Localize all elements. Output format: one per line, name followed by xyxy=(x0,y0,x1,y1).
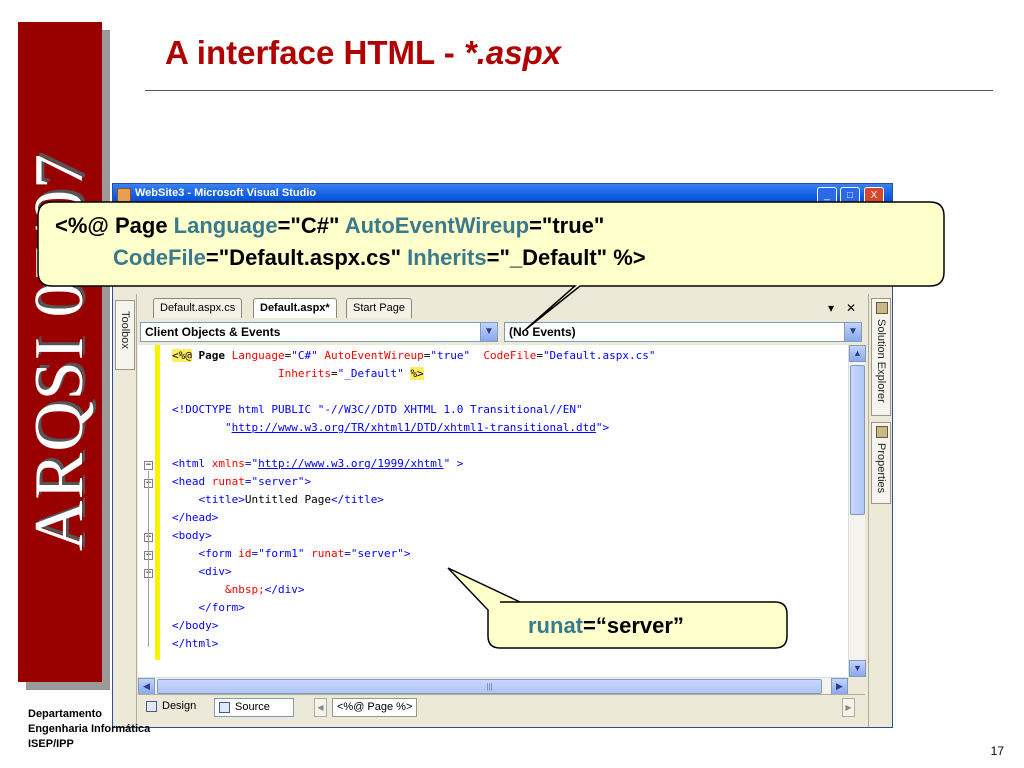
footer: Departamento Engenharia Informática ISEP… xyxy=(28,707,150,752)
page-callout-line2: CodeFile="Default.aspx.cs" Inherits="_De… xyxy=(113,245,646,270)
page-callout-line1: <%@ Page Language="C#" AutoEventWireup="… xyxy=(55,213,605,238)
footer-line: ISEP/IPP xyxy=(28,738,74,750)
footer-line: Departamento xyxy=(28,708,102,720)
callout-shapes xyxy=(37,201,945,649)
footer-line: Engenharia Informática xyxy=(28,723,151,735)
page-number: 17 xyxy=(990,744,1004,758)
runat-callout-text: runat=“server” xyxy=(528,613,684,638)
